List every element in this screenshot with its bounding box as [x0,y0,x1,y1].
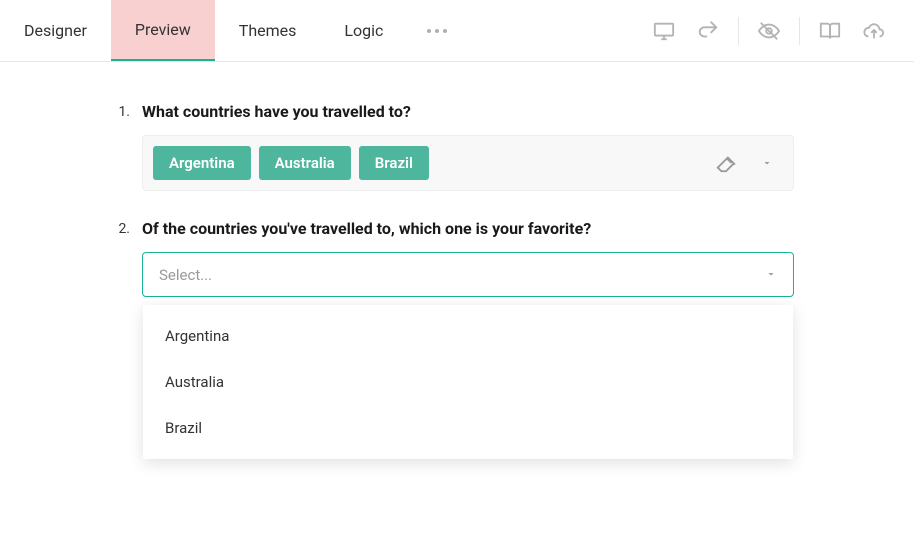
eraser-icon[interactable] [709,152,743,174]
tag[interactable]: Argentina [153,146,251,180]
tabs: Designer Preview Themes Logic [0,0,467,61]
more-button[interactable] [407,0,467,61]
dots-icon [443,29,447,33]
question-body: What countries have you travelled to? Ar… [142,102,794,191]
question-2: 2. Of the countries you've travelled to,… [112,219,794,297]
device-icon[interactable] [644,11,684,51]
dots-icon [427,29,431,33]
tab-label: Themes [239,21,297,40]
dropdown-option[interactable]: Argentina [143,313,793,359]
question-number: 2. [112,219,130,297]
toolbar-separator [799,17,800,45]
tab-preview[interactable]: Preview [111,0,215,61]
dropdown-option[interactable]: Brazil [143,405,793,451]
tab-label: Designer [24,21,87,40]
redo-icon[interactable] [688,11,728,51]
toolbar: Designer Preview Themes Logic [0,0,914,62]
select-input[interactable]: Select... Argentina Australia Brazil [142,252,794,297]
book-icon[interactable] [810,11,850,51]
tab-label: Preview [135,20,191,39]
question-1: 1. What countries have you travelled to?… [112,102,794,191]
chevron-down-icon[interactable] [751,157,783,169]
tab-label: Logic [344,21,383,40]
toolbar-icons [644,0,914,61]
question-title: Of the countries you've travelled to, wh… [142,219,794,238]
tag[interactable]: Australia [259,146,351,180]
tab-themes[interactable]: Themes [215,0,321,61]
tag[interactable]: Brazil [359,146,429,180]
visibility-off-icon[interactable] [749,11,789,51]
toolbar-separator [738,17,739,45]
content: 1. What countries have you travelled to?… [0,62,914,297]
question-number: 1. [112,102,130,191]
tag-input[interactable]: Argentina Australia Brazil [142,135,794,191]
tab-logic[interactable]: Logic [320,0,407,61]
tab-designer[interactable]: Designer [0,0,111,61]
question-body: Of the countries you've travelled to, wh… [142,219,794,297]
dots-icon [435,29,439,33]
dropdown: Argentina Australia Brazil [143,305,793,459]
chevron-down-icon [765,265,777,284]
dropdown-option[interactable]: Australia [143,359,793,405]
select-placeholder: Select... [159,266,765,284]
cloud-upload-icon[interactable] [854,11,894,51]
question-title: What countries have you travelled to? [142,102,794,121]
